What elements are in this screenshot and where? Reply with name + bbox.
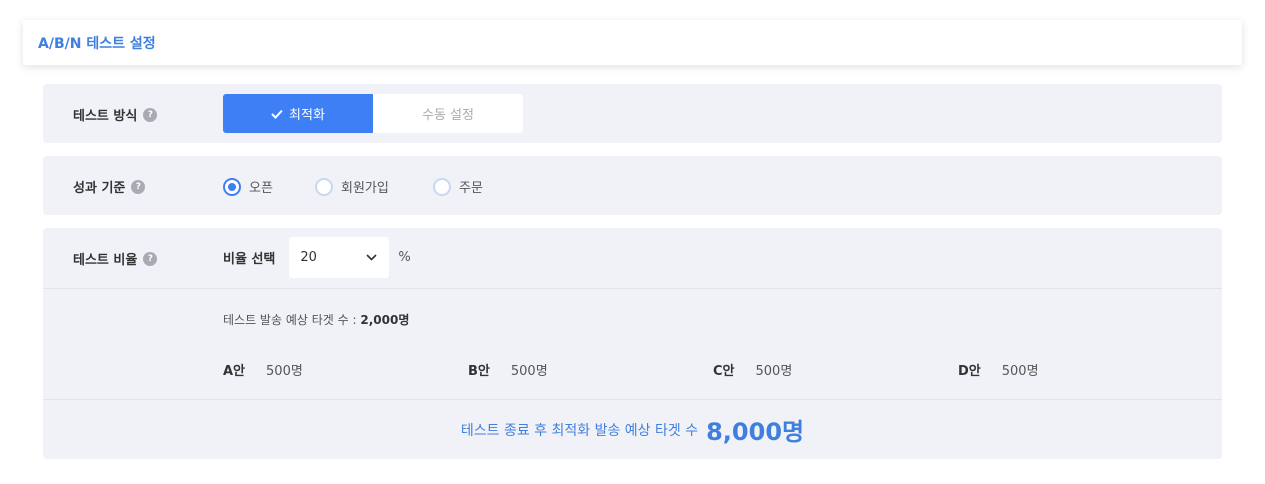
check-icon — [271, 109, 283, 119]
page-title: A/B/N 테스트 설정 — [38, 35, 156, 52]
criteria-label: 성과 기준 — [73, 181, 126, 196]
radio-open-label: 오픈 — [249, 181, 273, 196]
question-icon[interactable]: ? — [131, 179, 146, 194]
radio-order[interactable]: 주문 — [433, 177, 483, 196]
final-target-summary: 테스트 종료 후 최적화 발송 예상 타겟 수 8,000명 — [43, 400, 1222, 459]
variant-name: C안 — [713, 364, 735, 379]
radio-signup-label: 회원가입 — [341, 181, 389, 196]
final-target-label: 테스트 종료 후 최적화 발송 예상 타겟 수 — [460, 422, 699, 439]
estimate-label: 테스트 발송 예상 타겟 수 : — [223, 313, 357, 327]
variant-name: A안 — [223, 364, 246, 379]
chevron-down-icon — [366, 254, 377, 261]
test-method-toggle: 최적화 수동 설정 — [223, 94, 523, 133]
ratio-select-value: 20 — [300, 250, 317, 265]
performance-criteria-row: 성과 기준 ? 오픈 회원가입 주문 — [43, 156, 1222, 215]
radio-button-checked[interactable] — [223, 177, 241, 196]
variant-name: B안 — [468, 364, 490, 379]
question-icon[interactable]: ? — [143, 107, 158, 122]
variant-count: 500명 — [266, 364, 303, 379]
variant-a: A안 500명 — [223, 360, 468, 379]
criteria-label-wrap: 성과 기준 ? — [73, 177, 146, 196]
optimize-button-label: 최적화 — [289, 108, 325, 123]
radio-button[interactable] — [315, 177, 333, 196]
estimate-value: 2,000명 — [360, 313, 410, 327]
radio-signup[interactable]: 회원가입 — [315, 177, 433, 196]
optimize-button[interactable]: 최적화 — [223, 94, 373, 133]
radio-order-label: 주문 — [459, 181, 483, 196]
variant-list: A안 500명 B안 500명 C안 500명 D안 500명 — [223, 360, 1203, 379]
criteria-radio-group: 오픈 회원가입 주문 — [223, 177, 483, 196]
test-ratio-row: 테스트 비율 ? 비율 선택 20 % 테스트 발송 예상 타겟 수 : 2,0… — [43, 228, 1222, 459]
variant-name: D안 — [958, 364, 981, 379]
final-target-value: 8,000명 — [706, 418, 805, 446]
ratio-select-wrap: 비율 선택 20 % — [223, 237, 411, 278]
divider — [43, 288, 1222, 289]
manual-setting-button[interactable]: 수동 설정 — [373, 94, 523, 133]
variant-b: B안 500명 — [468, 360, 713, 379]
variant-d: D안 500명 — [958, 360, 1203, 379]
ratio-label-wrap: 테스트 비율 ? — [73, 249, 158, 268]
ratio-label: 테스트 비율 — [73, 253, 138, 268]
test-method-label: 테스트 방식 — [73, 109, 138, 124]
variant-c: C안 500명 — [713, 360, 958, 379]
variant-count: 500명 — [510, 364, 548, 379]
estimate-text: 테스트 발송 예상 타겟 수 : 2,000명 — [223, 311, 409, 328]
test-method-row: 테스트 방식 ? 최적화 수동 설정 — [43, 84, 1222, 143]
ratio-unit: % — [398, 250, 411, 265]
variant-count: 500명 — [1001, 364, 1039, 379]
settings-header: A/B/N 테스트 설정 — [23, 20, 1242, 65]
radio-button[interactable] — [433, 177, 451, 196]
radio-open[interactable]: 오픈 — [223, 177, 315, 196]
manual-setting-button-label: 수동 설정 — [422, 108, 474, 123]
question-icon[interactable]: ? — [143, 251, 158, 266]
ratio-select-label: 비율 선택 — [223, 252, 276, 267]
test-method-label-wrap: 테스트 방식 ? — [73, 105, 158, 124]
variant-count: 500명 — [755, 364, 793, 379]
ratio-select[interactable]: 20 — [289, 237, 390, 278]
